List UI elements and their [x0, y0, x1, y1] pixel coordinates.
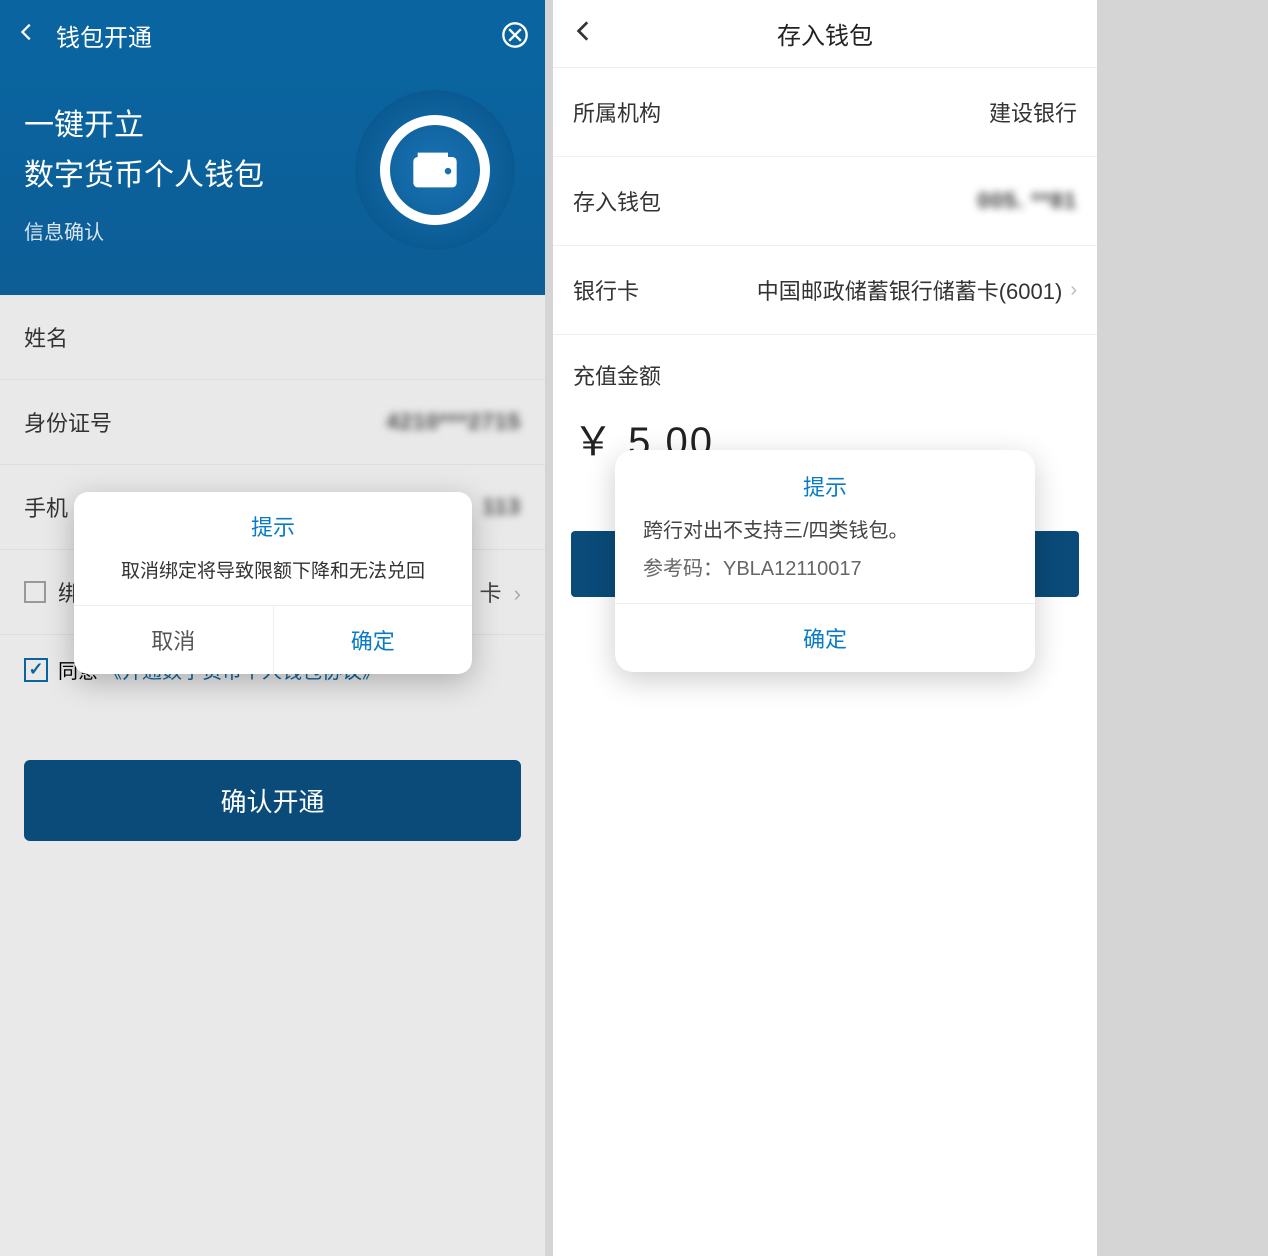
page-title: 存入钱包 [597, 16, 1053, 51]
dialog-message: 取消绑定将导致限额下降和无法兑回 [74, 556, 472, 605]
dialog-reference: 参考码：YBLA12110017 [615, 552, 1035, 603]
wallet-icon [355, 90, 515, 250]
row-id[interactable]: 身份证号 4210***2715 [0, 380, 545, 465]
chevron-right-icon: › [1070, 279, 1077, 302]
amount-label: 充值金额 [573, 359, 1077, 391]
card-label: 银行卡 [573, 274, 639, 306]
phone-wallet-open: 钱包开通 一键开立 数字货币个人钱包 信息确认 姓名 身份证号 4210***2… [0, 0, 545, 1256]
phone-deposit: 存入钱包 所属机构 建设银行 存入钱包 005. **81 银行卡 中国邮政储蓄… [553, 0, 1097, 1256]
wallet-value: 005. **81 [977, 188, 1077, 214]
header: 钱包开通 [0, 0, 545, 70]
back-icon[interactable] [571, 18, 597, 49]
card-value: 中国邮政储蓄银行储蓄卡(6001) › [757, 274, 1077, 306]
phone-label: 手机 [24, 491, 68, 523]
row-org: 所属机构 建设银行 [553, 68, 1097, 157]
cancel-button[interactable]: 取消 [74, 606, 274, 674]
org-label: 所属机构 [573, 96, 661, 128]
confirm-open-button[interactable]: 确认开通 [24, 760, 521, 841]
help-icon[interactable] [501, 21, 529, 49]
alert-dialog: 提示 取消绑定将导致限额下降和无法兑回 取消 确定 [74, 492, 472, 674]
dialog-title: 提示 [615, 450, 1035, 516]
header: 存入钱包 [553, 0, 1097, 68]
phone-value: 113 [483, 494, 522, 520]
row-wallet[interactable]: 存入钱包 005. **81 [553, 157, 1097, 246]
wallet-label: 存入钱包 [573, 185, 661, 217]
agree-checkbox[interactable]: ✓ [24, 658, 48, 682]
ok-button[interactable]: 确定 [615, 603, 1035, 672]
ok-button[interactable]: 确定 [274, 606, 473, 674]
name-label: 姓名 [24, 321, 68, 353]
org-value: 建设银行 [989, 96, 1077, 128]
id-value: 4210***2715 [386, 409, 521, 435]
row-name[interactable]: 姓名 [0, 295, 545, 380]
dialog-message: 跨行对出不支持三/四类钱包。 [615, 516, 1035, 552]
bind-value: 卡 › [480, 576, 521, 608]
back-icon[interactable] [16, 21, 38, 50]
alert-dialog: 提示 跨行对出不支持三/四类钱包。 参考码：YBLA12110017 确定 [615, 450, 1035, 672]
id-label: 身份证号 [24, 406, 112, 438]
dialog-title: 提示 [74, 492, 472, 556]
page-title: 钱包开通 [56, 18, 501, 53]
bind-checkbox[interactable] [24, 581, 46, 603]
row-card[interactable]: 银行卡 中国邮政储蓄银行储蓄卡(6001) › [553, 246, 1097, 335]
chevron-right-icon: › [514, 581, 521, 606]
hero: 一键开立 数字货币个人钱包 信息确认 [0, 70, 545, 295]
